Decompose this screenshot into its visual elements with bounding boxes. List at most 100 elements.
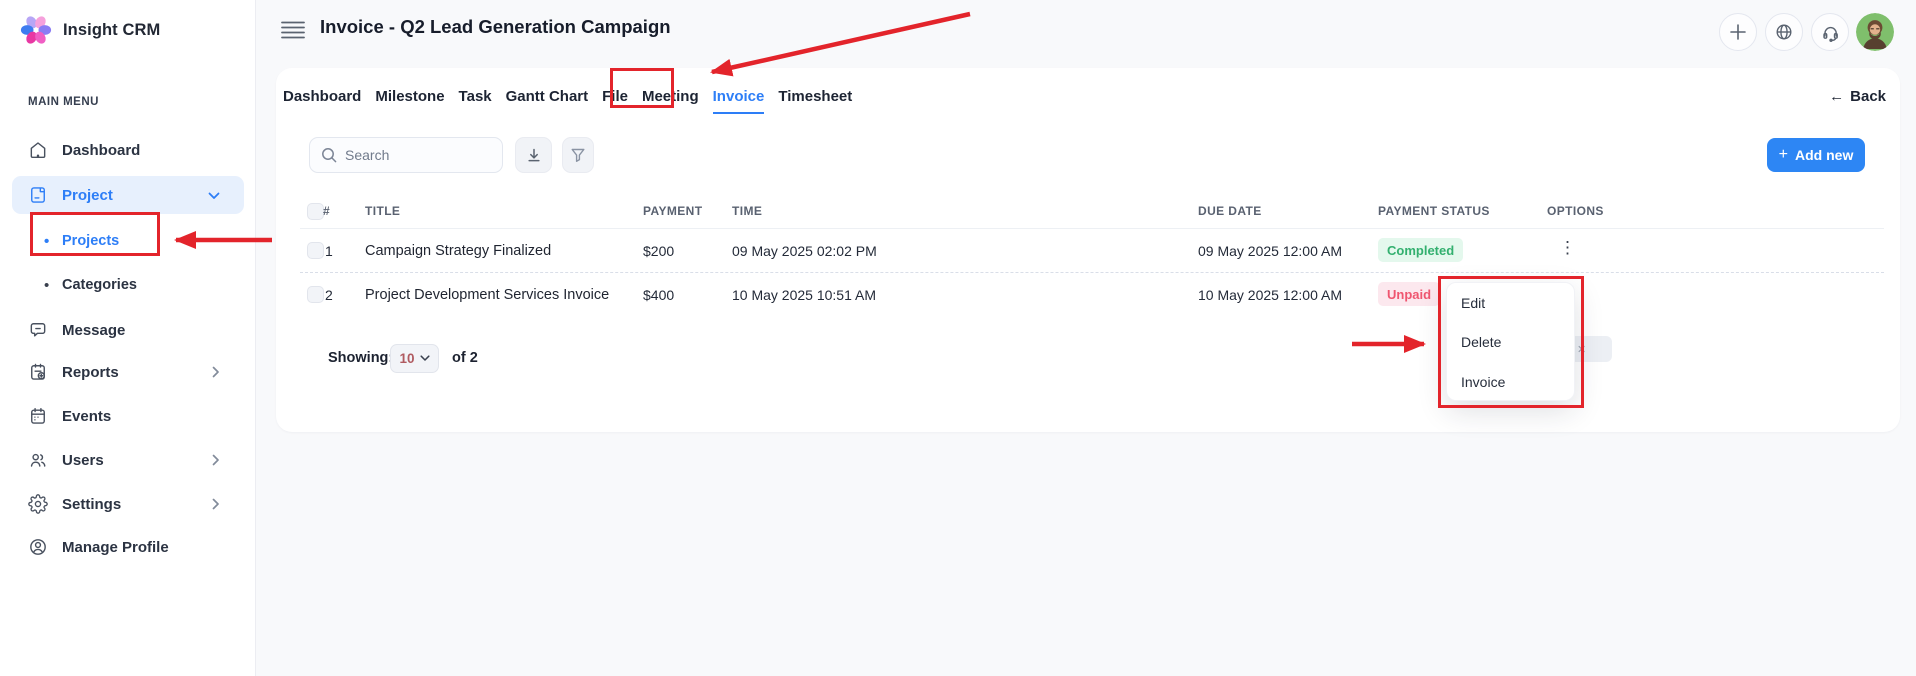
row-checkbox[interactable] xyxy=(307,286,324,303)
language-button[interactable] xyxy=(1765,13,1803,51)
search-icon xyxy=(321,147,337,163)
column-header-payment-status: PAYMENT STATUS xyxy=(1378,204,1490,218)
column-header-title: TITLE xyxy=(365,204,400,218)
menu-item-delete[interactable]: Delete xyxy=(1447,323,1574,363)
clipped-glyph: ✕ xyxy=(1577,343,1586,356)
invoice-panel: Dashboard Milestone Task Gantt Chart Fil… xyxy=(276,68,1900,432)
sidebar-subitem-label: Projects xyxy=(62,233,119,249)
sidebar-item-categories[interactable]: • Categories xyxy=(0,267,256,303)
column-header-num: # xyxy=(323,204,330,218)
select-all-checkbox[interactable] xyxy=(307,203,324,220)
download-icon xyxy=(526,147,542,163)
hamburger-menu-icon[interactable] xyxy=(281,21,305,39)
headset-icon xyxy=(1821,23,1840,42)
header-divider xyxy=(300,228,1884,229)
row-options-button[interactable]: ⋮ xyxy=(1559,244,1576,252)
row-divider xyxy=(300,272,1884,273)
cell-time: 09 May 2025 02:02 PM xyxy=(732,243,877,259)
tab-task[interactable]: Task xyxy=(459,88,492,114)
sidebar-item-label: Users xyxy=(62,452,104,469)
app-window: Insight CRM MAIN MENU Dashboard Project xyxy=(0,0,1916,676)
cell-payment: $200 xyxy=(643,243,674,259)
chevron-right-icon xyxy=(212,366,222,378)
cell-title: Project Development Services Invoice xyxy=(365,287,609,303)
chevron-right-icon xyxy=(212,454,222,466)
brand: Insight CRM xyxy=(18,12,160,48)
cell-time: 10 May 2025 10:51 AM xyxy=(732,287,876,303)
sidebar-item-label: Project xyxy=(62,187,113,204)
sidebar-item-users[interactable]: Users xyxy=(0,442,256,478)
cell-due-date: 09 May 2025 12:00 AM xyxy=(1198,243,1342,259)
home-icon xyxy=(28,140,48,160)
sidebar-item-manage-profile[interactable]: Manage Profile xyxy=(0,529,256,565)
sidebar-item-message[interactable]: Message xyxy=(0,312,256,348)
sidebar: Insight CRM MAIN MENU Dashboard Project xyxy=(0,0,256,676)
calendar-icon xyxy=(28,406,48,426)
support-button[interactable] xyxy=(1811,13,1849,51)
chevron-down-icon xyxy=(208,192,220,200)
bullet-icon: • xyxy=(44,233,49,250)
showing-label: Showing: xyxy=(328,350,393,366)
plus-icon xyxy=(1729,23,1747,41)
search-box xyxy=(309,137,503,173)
sidebar-section-label: MAIN MENU xyxy=(28,96,99,108)
column-header-options: OPTIONS xyxy=(1547,204,1604,218)
total-label: of 2 xyxy=(452,350,478,366)
sidebar-item-label: Events xyxy=(62,408,111,425)
tab-timesheet[interactable]: Timesheet xyxy=(778,88,852,114)
tab-dashboard[interactable]: Dashboard xyxy=(283,88,361,114)
users-icon xyxy=(28,450,48,470)
row-checkbox[interactable] xyxy=(307,242,324,259)
sidebar-item-label: Message xyxy=(62,322,125,339)
menu-item-edit[interactable]: Edit xyxy=(1447,283,1574,323)
page-title: Invoice - Q2 Lead Generation Campaign xyxy=(320,16,671,38)
sidebar-item-settings[interactable]: Settings xyxy=(0,486,256,522)
back-button[interactable]: ← Back xyxy=(1829,88,1886,105)
add-quick-button[interactable] xyxy=(1719,13,1757,51)
sidebar-subitem-label: Categories xyxy=(62,277,137,293)
bullet-icon: • xyxy=(44,277,49,294)
tab-gantt-chart[interactable]: Gantt Chart xyxy=(506,88,589,114)
plus-icon: + xyxy=(1779,146,1788,164)
chevron-right-icon xyxy=(212,498,222,510)
page-size-select[interactable]: 10 xyxy=(390,344,439,373)
tab-meeting[interactable]: Meeting xyxy=(642,88,699,114)
globe-icon xyxy=(1775,23,1793,41)
clipped-background-pill: ✕ xyxy=(1570,336,1612,362)
status-badge: Unpaid xyxy=(1378,282,1440,306)
avatar-image xyxy=(1856,13,1894,51)
gear-icon xyxy=(28,494,48,514)
filter-icon xyxy=(570,147,586,163)
column-header-due-date: DUE DATE xyxy=(1198,204,1262,218)
column-header-time: TIME xyxy=(732,204,762,218)
tab-bar: Dashboard Milestone Task Gantt Chart Fil… xyxy=(283,88,852,114)
add-new-button[interactable]: + Add new xyxy=(1767,138,1865,172)
tab-milestone[interactable]: Milestone xyxy=(375,88,444,114)
sidebar-item-label: Settings xyxy=(62,496,121,513)
filter-button[interactable] xyxy=(562,137,594,173)
export-button[interactable] xyxy=(515,137,552,173)
sidebar-item-project[interactable]: Project xyxy=(12,176,244,214)
sidebar-item-label: Manage Profile xyxy=(62,539,169,556)
sidebar-item-label: Dashboard xyxy=(62,142,140,159)
profile-icon xyxy=(28,537,48,557)
sidebar-item-events[interactable]: Events xyxy=(0,398,256,434)
sidebar-item-reports[interactable]: Reports xyxy=(0,354,256,390)
sidebar-item-dashboard[interactable]: Dashboard xyxy=(0,132,256,168)
tab-invoice[interactable]: Invoice xyxy=(713,88,765,114)
sidebar-item-projects[interactable]: • Projects xyxy=(0,223,256,259)
flower-logo-icon xyxy=(18,12,54,48)
report-icon xyxy=(28,362,48,382)
tab-file[interactable]: File xyxy=(602,88,628,114)
menu-item-invoice[interactable]: Invoice xyxy=(1447,362,1574,402)
chat-icon xyxy=(28,320,48,340)
column-header-payment: PAYMENT xyxy=(643,204,702,218)
cell-due-date: 10 May 2025 12:00 AM xyxy=(1198,287,1342,303)
search-input[interactable] xyxy=(345,147,485,163)
sidebar-item-label: Reports xyxy=(62,364,119,381)
cell-num: 1 xyxy=(325,243,333,259)
document-icon xyxy=(28,185,48,205)
back-label: Back xyxy=(1850,88,1886,105)
user-avatar[interactable] xyxy=(1856,13,1894,51)
chevron-down-icon xyxy=(420,355,430,362)
